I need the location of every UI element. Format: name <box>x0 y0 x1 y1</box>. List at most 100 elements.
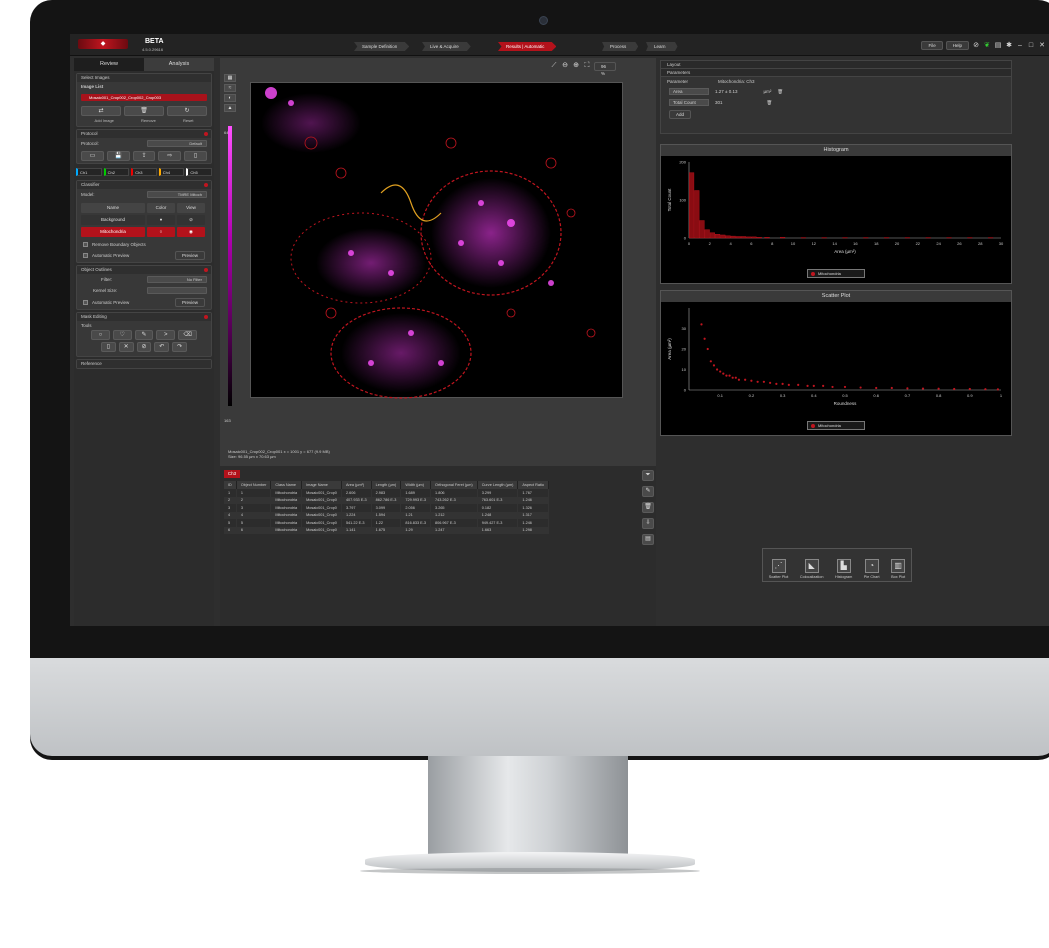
eye-icon[interactable]: ◉ <box>177 227 205 237</box>
export-icon[interactable]: ⇩ <box>642 518 654 529</box>
chart-tool-colocalization[interactable]: ◣ Colocalization <box>800 559 824 579</box>
protocol-header[interactable]: Protocol <box>77 130 211 138</box>
clear-tool-icon[interactable]: ⊘ <box>136 342 152 352</box>
measure-icon[interactable]: ⟋ <box>550 62 558 70</box>
th-class-name[interactable]: Class Name <box>270 481 303 489</box>
protocol-new-button[interactable]: ▭ <box>81 151 104 161</box>
table-row[interactable]: 5 5 Mitochondria Mosaic001_Crop0 541.22 E-3 1… <box>224 519 549 527</box>
kernel-input[interactable] <box>147 287 207 294</box>
minimize-icon[interactable]: – <box>1016 42 1024 50</box>
protocol-save-button[interactable]: 💾 <box>106 151 130 161</box>
ellipse-tool-icon[interactable]: ○ <box>91 330 110 340</box>
chart-tool-histogram[interactable]: ▙ Histogram <box>835 559 852 579</box>
scatter-chart[interactable]: 0 10 20 30 0.1 0.2 0.3 0.4 0.5 0.6 0.7 0.8 0.9 1 Round… <box>661 302 1011 414</box>
classifier-close-icon[interactable] <box>204 183 208 187</box>
th-object-number[interactable]: Object Number <box>236 481 272 489</box>
histogram-tool-icon[interactable]: ▦ <box>224 74 236 82</box>
leaf-icon[interactable]: ❦ <box>983 42 991 50</box>
workflow-step-live-acquire[interactable]: Live & Acquire <box>422 42 471 51</box>
th-aspect-ratio[interactable]: Aspect Ratio <box>517 481 549 489</box>
add-parameter-button[interactable]: Add <box>669 110 692 119</box>
mask-header[interactable]: Mask Editing <box>77 313 211 321</box>
outlines-header[interactable]: Object Outlines <box>77 266 211 274</box>
protocol-close-icon[interactable] <box>204 132 208 136</box>
zoom-out-icon[interactable]: ⊖ <box>561 62 569 70</box>
close-icon[interactable]: ✕ <box>1038 42 1046 50</box>
count-select[interactable]: Total Count <box>669 99 709 106</box>
th-id[interactable]: ID <box>224 481 237 489</box>
table-channel-tab[interactable]: Ch3 <box>224 470 240 478</box>
table-row[interactable]: 4 4 Mitochondria Mosaic001_Crop0 1.224 1.594 1… <box>224 511 549 519</box>
help-menu[interactable]: Help <box>945 41 969 50</box>
workflow-step-sample-definition[interactable]: Sample Definition <box>354 42 410 51</box>
remove-image-button[interactable]: 🗑 <box>124 106 164 116</box>
undo-icon[interactable]: ↶ <box>154 342 170 352</box>
microscopy-image[interactable] <box>250 82 623 399</box>
classifier-header[interactable]: Classifier <box>77 181 211 189</box>
tab-analysis[interactable]: Analysis <box>144 58 214 71</box>
auto-preview-checkbox[interactable]: Automatic Preview Preview <box>77 249 211 262</box>
model-select[interactable]: TMRE Mitoch <box>147 191 207 198</box>
save-icon[interactable]: ▤ <box>642 534 654 545</box>
class-row-mitochondria[interactable]: Mitochondria ○ ◉ <box>81 227 207 237</box>
trash-icon[interactable]: 🗑 <box>642 502 654 513</box>
scatter-legend[interactable]: Mitochondria <box>807 421 865 430</box>
chart-tool-box[interactable]: ▥ Box Plot <box>891 559 905 579</box>
th-orthogonal-feret[interactable]: Orthogonal Feret (µm) <box>430 481 478 489</box>
color-ring-icon[interactable]: ○ <box>147 227 175 237</box>
brush-tool-icon[interactable]: ✎ <box>134 330 154 340</box>
gear-icon[interactable]: ✱ <box>1005 42 1013 50</box>
chart-tool-scatter[interactable]: ⋰ Scatter Plot <box>769 559 788 579</box>
zoom-in-icon[interactable]: ⊕ <box>572 62 580 70</box>
fit-icon[interactable]: ⛶ <box>583 62 591 70</box>
notes-icon[interactable]: ▤ <box>994 42 1002 50</box>
th-image-name[interactable]: Image Name <box>301 481 342 489</box>
table-row[interactable]: 1 1 Mitochondria Mosaic001_Crop0 2.606 2.983 1… <box>224 489 549 497</box>
protocol-export-button[interactable]: ⇨ <box>158 151 182 161</box>
image-list-item[interactable]: Mosaic001_Crop002_Crop002_Crop003 <box>81 94 207 101</box>
add-image-button[interactable]: ⇄ <box>81 106 121 116</box>
protocol-delete-button[interactable]: ▯ <box>184 151 207 161</box>
levels-tool-icon[interactable]: ▲ <box>224 104 236 112</box>
remove-boundary-checkbox[interactable]: Remove Boundary Objects <box>77 240 211 249</box>
chart-tool-pie[interactable]: ◔ Pie Chart <box>864 559 880 579</box>
table-row[interactable]: 6 6 Mitochondria Mosaic001_Crop0 1.141 1.675 1… <box>224 526 549 534</box>
reference-header[interactable]: Reference <box>77 360 211 368</box>
copy-tool-icon[interactable]: ▯ <box>101 342 116 352</box>
th-area[interactable]: Area (µm²) <box>341 481 372 489</box>
delete-tool-icon[interactable]: ✕ <box>118 342 134 352</box>
channel-tab-4[interactable]: Ch4 <box>158 168 185 176</box>
color-dot-icon[interactable]: ● <box>147 215 175 225</box>
histogram-chart[interactable]: 01002000 2 4 6 8 10 12 14 16 18 20 22 24 26 28 30Area (… <box>661 156 1011 260</box>
preview-button-2[interactable]: Preview <box>174 298 205 307</box>
eraser-tool-icon[interactable]: ⌫ <box>178 330 197 340</box>
maximize-icon[interactable]: □ <box>1027 42 1035 50</box>
redo-icon[interactable]: ↷ <box>172 342 187 352</box>
outlines-close-icon[interactable] <box>204 268 208 272</box>
auto-preview-checkbox-2[interactable]: Automatic Preview Preview <box>77 296 211 309</box>
freehand-tool-icon[interactable]: ♡ <box>112 330 132 340</box>
th-length[interactable]: Length (µm) <box>371 481 402 489</box>
status-icon[interactable]: ⊘ <box>972 42 980 50</box>
histogram-legend[interactable]: Mitochondria <box>807 269 865 278</box>
filter-select[interactable]: No Filter <box>147 276 207 283</box>
area-delete-icon[interactable]: 🗑 <box>777 89 783 95</box>
tab-review[interactable]: Review <box>74 58 144 71</box>
filter-icon[interactable]: ⏷ <box>642 470 654 481</box>
mask-close-icon[interactable] <box>204 315 208 319</box>
channel-tab-3[interactable]: Ch3 <box>131 168 157 176</box>
select-images-header[interactable]: Select Images <box>77 74 211 82</box>
table-row[interactable]: 3 3 Mitochondria Mosaic001_Crop0 3.797 3.099 2… <box>224 504 549 512</box>
area-select[interactable]: Area <box>669 88 709 95</box>
workflow-step-process[interactable]: Process <box>602 42 639 51</box>
layout-header[interactable]: Layout <box>661 61 1011 69</box>
class-row-background[interactable]: Background ● ⊘ <box>81 215 207 225</box>
th-curve-length[interactable]: Curve Length (µm) <box>477 481 519 489</box>
eye-hidden-icon[interactable]: ⊘ <box>177 215 205 225</box>
workflow-step-learn[interactable]: Learn <box>646 42 678 51</box>
line-tool-icon[interactable]: > <box>156 330 176 340</box>
workflow-step-results[interactable]: Results | Automatic <box>498 42 557 51</box>
th-width[interactable]: Width (µm) <box>400 481 432 489</box>
parameters-header[interactable]: Parameters <box>661 69 1011 77</box>
protocol-select[interactable]: Default <box>147 140 207 147</box>
